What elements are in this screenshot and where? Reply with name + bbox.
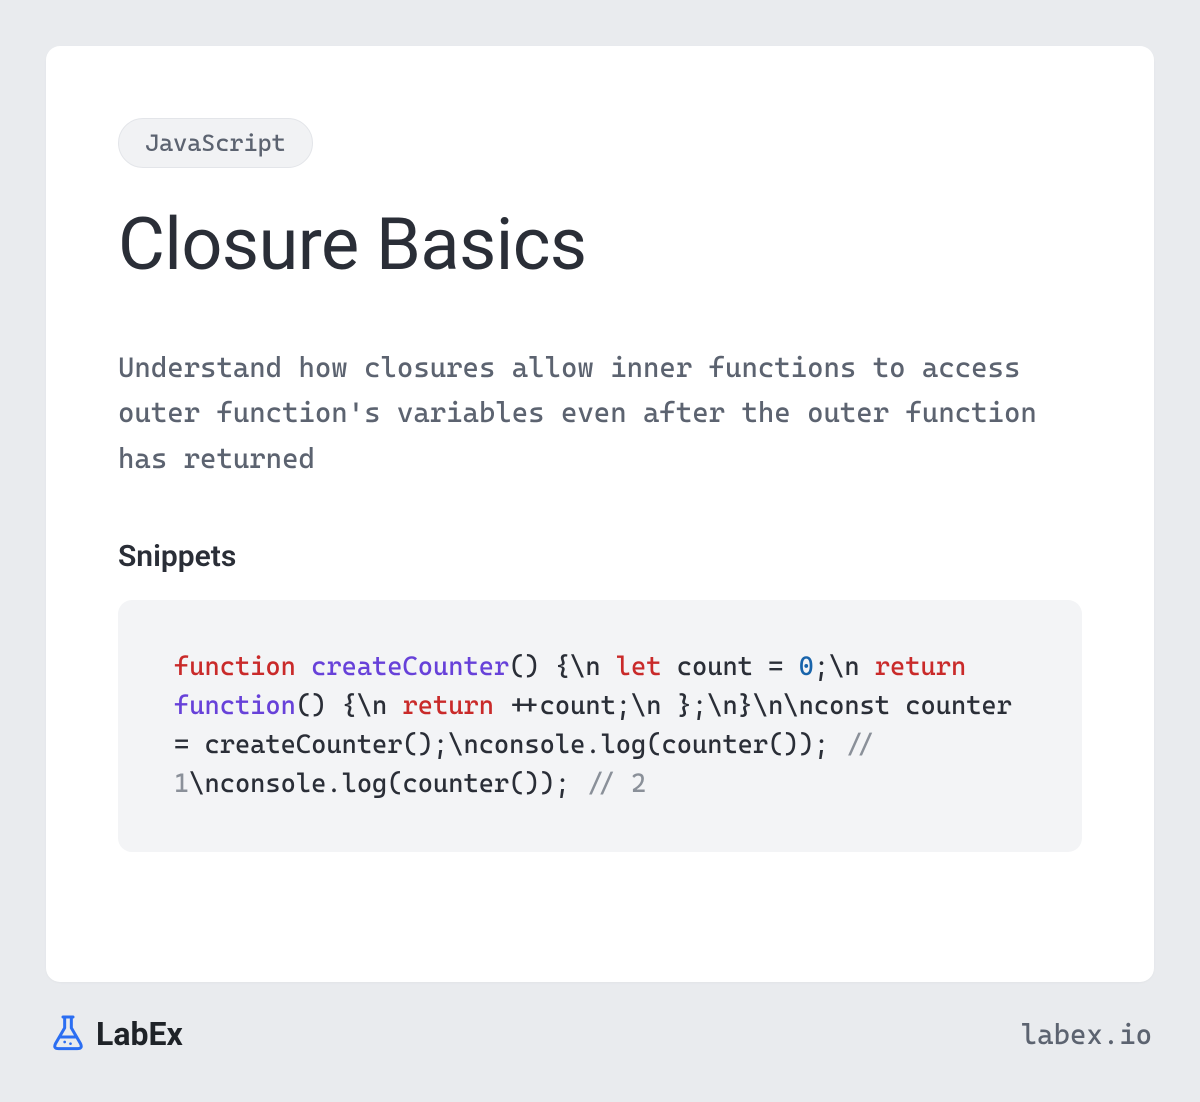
code-token	[296, 652, 311, 682]
code-token: return	[875, 652, 966, 682]
code-token: count =	[662, 652, 799, 682]
footer-url: labex.io	[1021, 1018, 1152, 1051]
code-token: function	[174, 652, 296, 682]
code-snippet: function createCounter() {\n let count =…	[118, 600, 1082, 852]
code-token: function	[174, 691, 296, 721]
brand-logo: LabEx	[48, 1012, 183, 1056]
code-token: createCounter	[311, 652, 509, 682]
flask-icon	[48, 1012, 88, 1056]
page-title: Closure Basics	[118, 204, 1082, 287]
code-token: \nconsole.log(counter());	[189, 769, 585, 799]
code-token: ;\n	[814, 652, 875, 682]
content-card: JavaScript Closure Basics Understand how…	[46, 46, 1154, 982]
code-token: () {\n	[296, 691, 403, 721]
language-badge: JavaScript	[118, 118, 313, 168]
code-token: 0	[799, 652, 814, 682]
footer: LabEx labex.io	[46, 982, 1154, 1056]
brand-name: LabEx	[96, 1015, 183, 1053]
snippets-heading: Snippets	[118, 539, 1082, 574]
code-token: return	[403, 691, 494, 721]
code-token: // 2	[585, 769, 646, 799]
code-token: let	[616, 652, 662, 682]
description-text: Understand how closures allow inner func…	[118, 345, 1082, 481]
code-token: () {\n	[509, 652, 616, 682]
